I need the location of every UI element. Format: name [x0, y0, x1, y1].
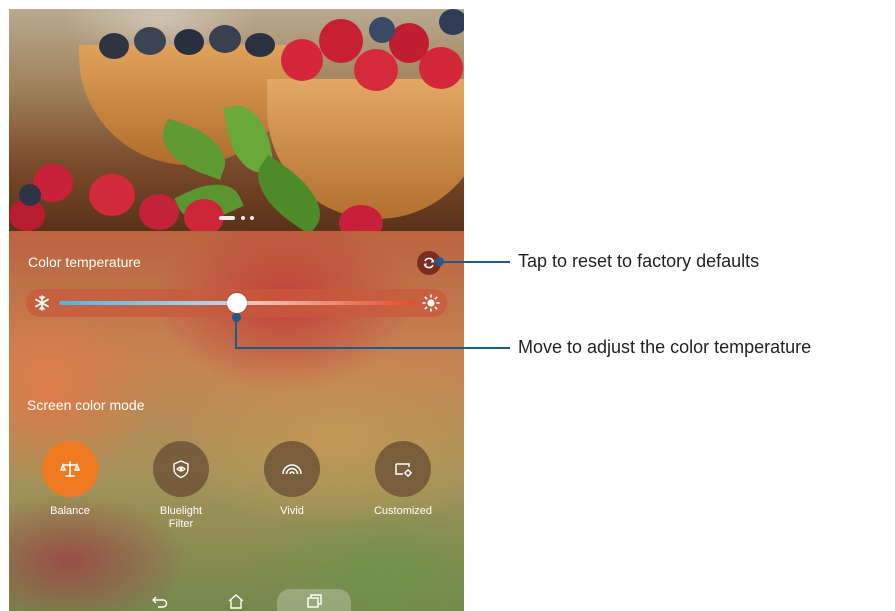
slider-callout-text: Move to adjust the color temperature	[518, 337, 812, 357]
slider-callout-line-vertical	[235, 318, 237, 348]
rainbow-icon	[282, 464, 302, 475]
home-button[interactable]	[221, 591, 251, 611]
color-temperature-label: Color temperature	[28, 254, 141, 270]
slider-callout-line	[235, 347, 510, 349]
mode-balance-label: Balance	[50, 505, 90, 517]
reset-callout-text: Tap to reset to factory defaults	[518, 251, 760, 271]
phone-screen: Color temperature Screen color mode Bala…	[9, 9, 464, 611]
mode-balance-button[interactable]	[42, 441, 98, 497]
reset-callout-line	[440, 261, 510, 263]
mode-customized-label: Customized	[373, 505, 433, 517]
scale-icon	[59, 461, 81, 477]
eye-shield-icon	[173, 460, 189, 479]
screen-settings-icon	[395, 463, 412, 477]
mode-bluelight-filter-button[interactable]	[153, 441, 209, 497]
screen-color-mode-label: Screen color mode	[27, 397, 145, 413]
recent-apps-button[interactable]	[299, 591, 329, 611]
mode-balance[interactable]: Balance	[25, 441, 115, 518]
mode-vivid[interactable]: Vivid	[247, 441, 337, 518]
mode-vivid-label: Vivid	[280, 505, 304, 517]
reset-icon	[423, 257, 435, 269]
page-indicator-dot	[250, 216, 254, 220]
sun-icon	[422, 294, 440, 312]
page-indicator-dot	[241, 216, 245, 220]
mode-bluelight-filter-label: Bluelight Filter	[159, 505, 203, 530]
mode-customized-button[interactable]	[375, 441, 431, 497]
wallpaper-image	[9, 9, 464, 231]
snowflake-icon	[35, 295, 49, 311]
back-icon	[152, 596, 168, 608]
figure: Color temperature Screen color mode Bala…	[0, 0, 895, 611]
back-button[interactable]	[145, 591, 175, 611]
slider-thumb[interactable]	[227, 293, 247, 313]
home-icon	[228, 594, 244, 609]
recent-apps-icon	[307, 594, 322, 608]
display-settings-panel: Color temperature Screen color mode Bala…	[9, 231, 464, 611]
page-indicator-dot-active	[219, 216, 235, 220]
mode-bluelight-filter[interactable]: Bluelight Filter	[136, 441, 226, 531]
mode-vivid-button[interactable]	[264, 441, 320, 497]
mode-customized[interactable]: Customized	[358, 441, 448, 518]
navigation-bar	[9, 589, 464, 611]
page-indicator	[219, 216, 279, 222]
